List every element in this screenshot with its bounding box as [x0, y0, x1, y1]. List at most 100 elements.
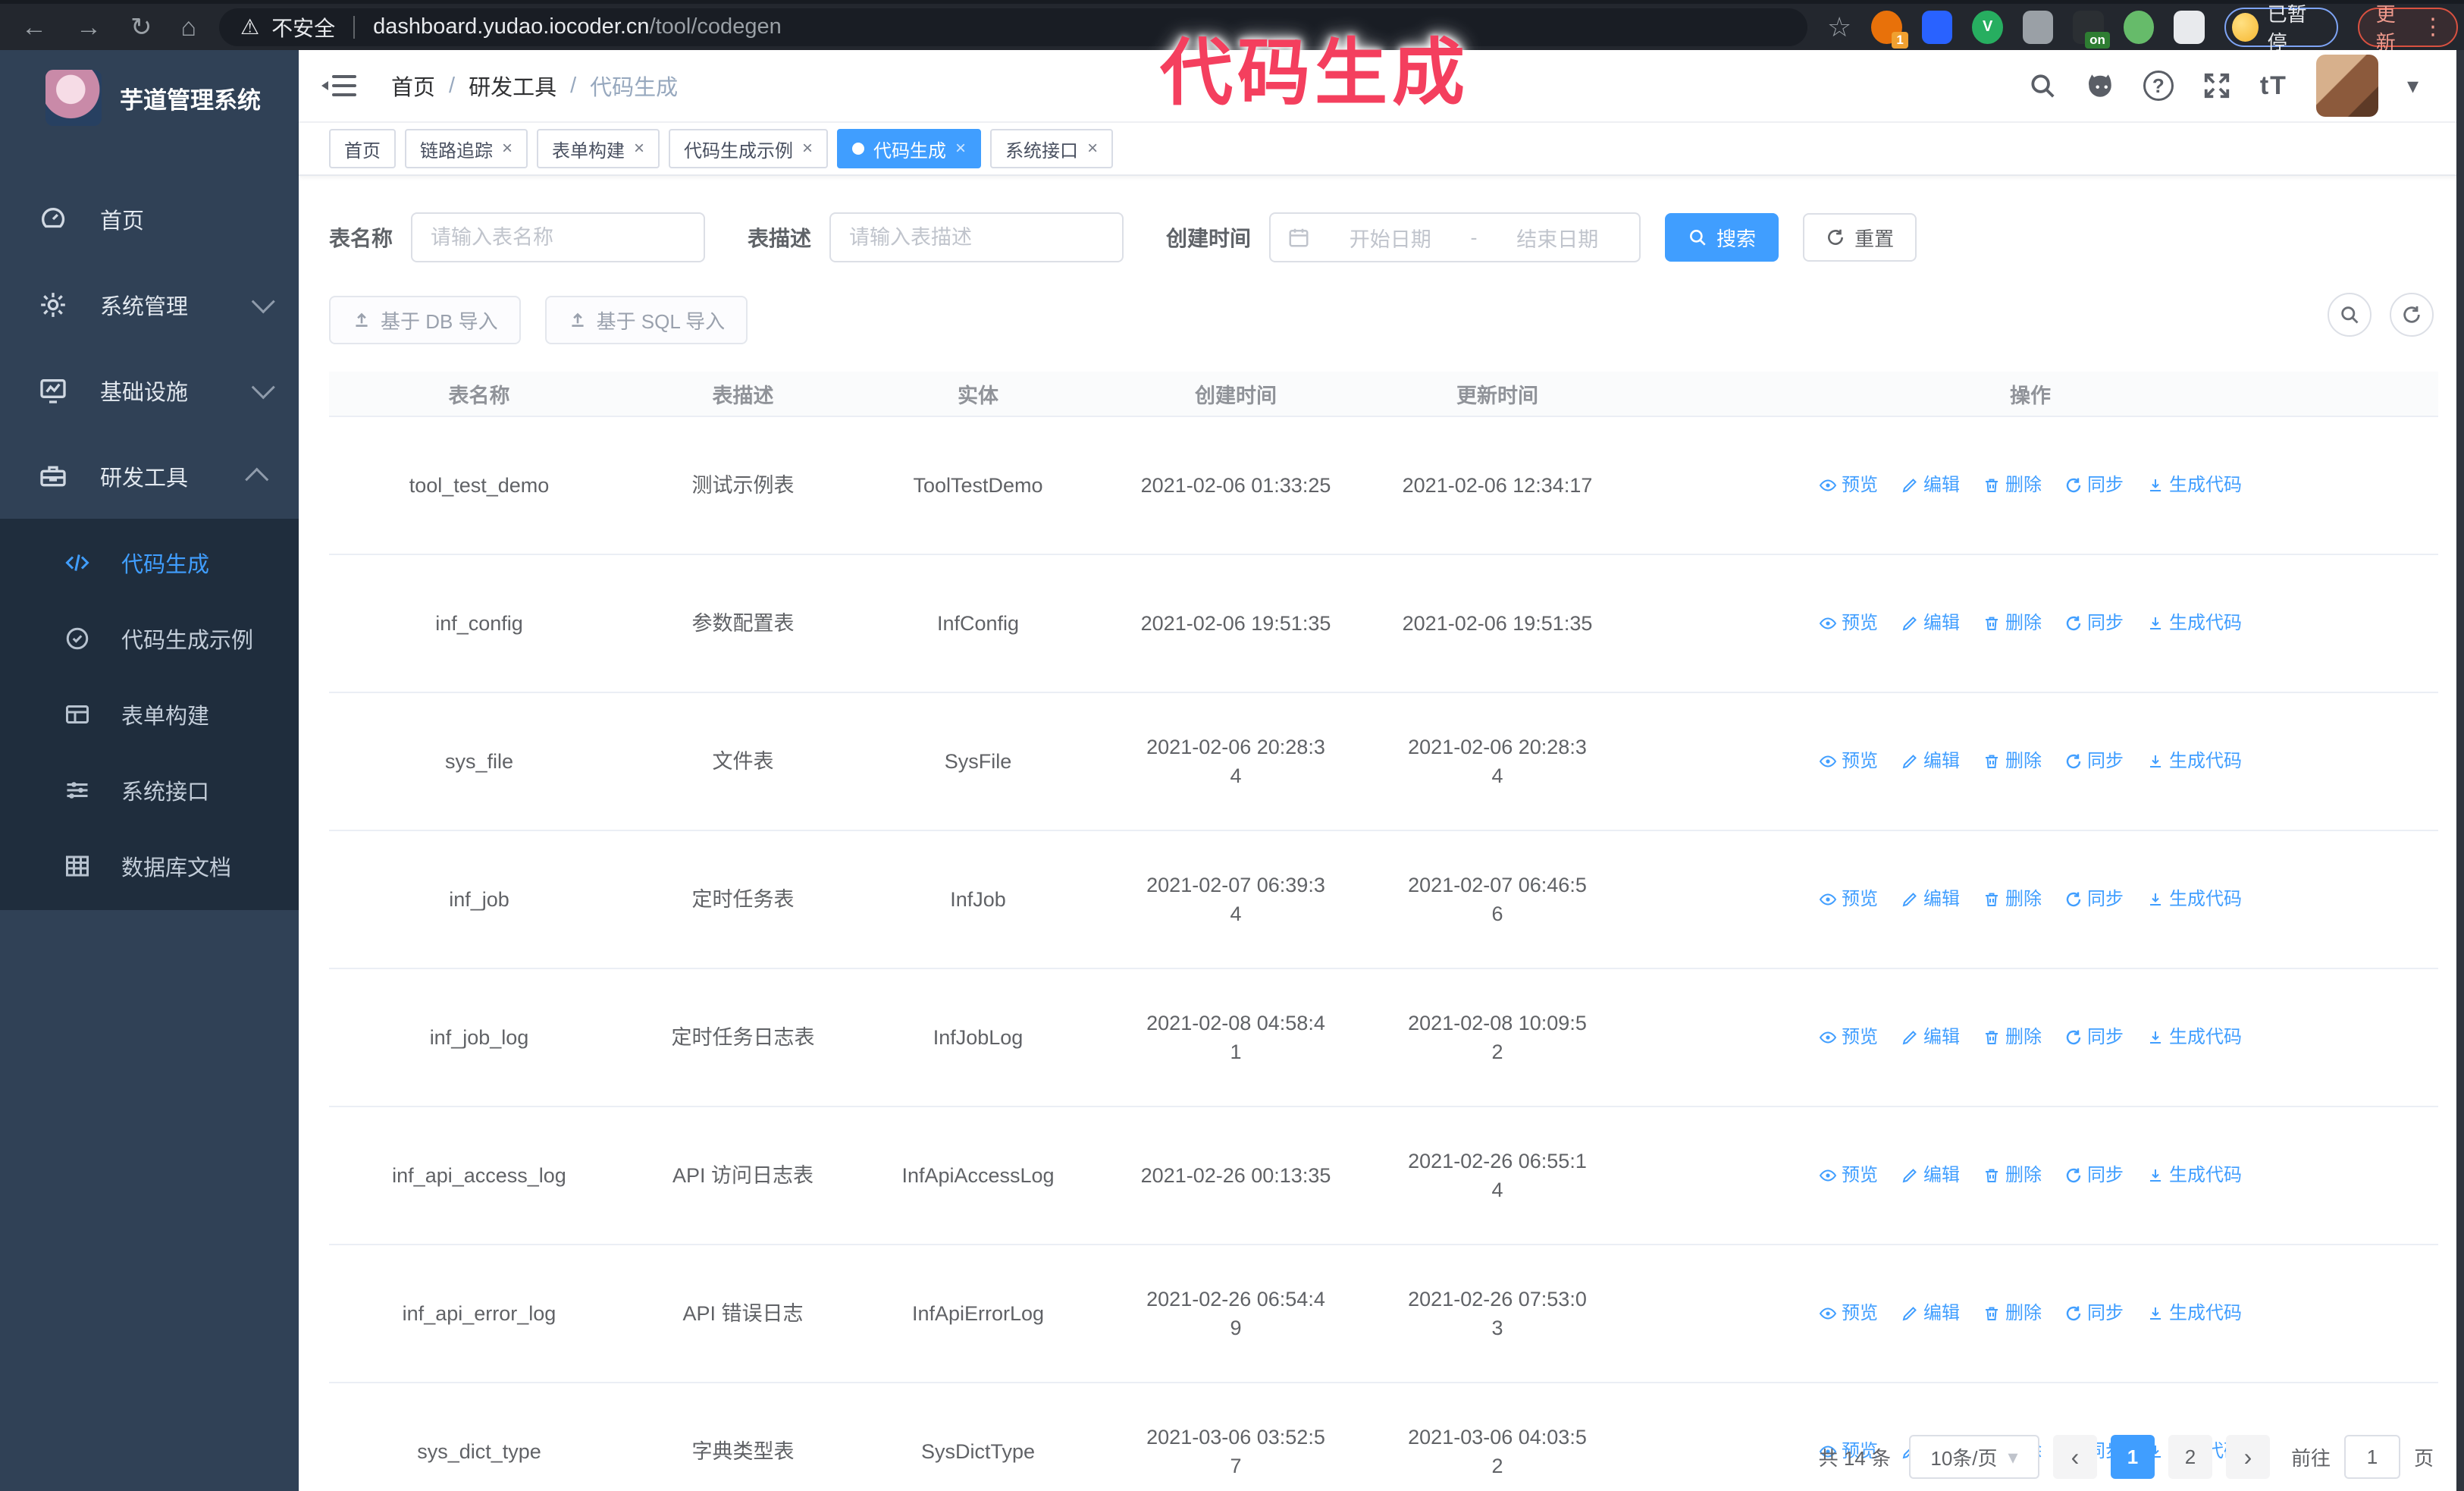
sidebar-item[interactable]: 基础设施	[0, 347, 299, 433]
app-logo-row[interactable]: 芋道管理系统	[0, 50, 299, 146]
sync-link[interactable]: 同步	[2064, 885, 2124, 914]
extension-icon[interactable]	[2022, 10, 2054, 44]
browser-back-icon[interactable]	[21, 14, 47, 40]
close-icon[interactable]	[502, 138, 513, 159]
extension-icon[interactable]	[1921, 10, 1953, 44]
sidebar-item[interactable]: 系统管理	[0, 262, 299, 347]
close-icon[interactable]	[634, 138, 644, 159]
preview-link[interactable]: 预览	[1819, 885, 1878, 914]
help-icon[interactable]	[2143, 71, 2174, 101]
table-name-input[interactable]	[411, 212, 706, 262]
generate-code-link[interactable]: 生成代码	[2146, 471, 2242, 500]
close-icon[interactable]	[802, 138, 813, 159]
toggle-search-button[interactable]	[2328, 293, 2372, 337]
paused-extension-pill[interactable]: 已暂停	[2224, 3, 2338, 54]
edit-link[interactable]: 编辑	[1901, 609, 1960, 638]
sync-link[interactable]: 同步	[2064, 1299, 2124, 1328]
sidebar-subitem[interactable]: 系统接口	[0, 752, 299, 828]
import-db-button[interactable]: 基于 DB 导入	[329, 296, 521, 344]
generate-code-link[interactable]: 生成代码	[2146, 885, 2242, 914]
edit-link[interactable]: 编辑	[1901, 1299, 1960, 1328]
extension-icon[interactable]: V	[1972, 10, 2003, 44]
edit-link[interactable]: 编辑	[1901, 1161, 1960, 1190]
preview-link[interactable]: 预览	[1819, 747, 1878, 776]
delete-link[interactable]: 删除	[1983, 1161, 2042, 1190]
close-icon[interactable]	[1087, 138, 1098, 159]
sidebar-subitem[interactable]: 代码生成	[0, 525, 299, 601]
extension-icon[interactable]	[2123, 10, 2155, 44]
browser-home-icon[interactable]	[181, 14, 197, 40]
generate-code-link[interactable]: 生成代码	[2146, 747, 2242, 776]
page-scrollbar[interactable]	[2456, 50, 2464, 1491]
generate-code-link[interactable]: 生成代码	[2146, 609, 2242, 638]
extension-icon[interactable]: on	[2073, 10, 2110, 49]
refresh-table-button[interactable]	[2390, 293, 2434, 337]
bookmark-star-icon[interactable]	[1827, 14, 1851, 41]
sidebar-item[interactable]: 研发工具	[0, 433, 299, 519]
edit-link[interactable]: 编辑	[1901, 747, 1960, 776]
tag-item[interactable]: 代码生成示例	[669, 129, 829, 168]
generate-code-link[interactable]: 生成代码	[2146, 1299, 2242, 1328]
chevron-down-icon[interactable]	[2407, 73, 2419, 99]
tag-item[interactable]: 表单构建	[537, 129, 660, 168]
address-bar[interactable]: 不安全 dashboard.yudao.iocoder.cn/tool/code…	[219, 8, 1808, 46]
import-sql-button[interactable]: 基于 SQL 导入	[544, 296, 748, 344]
delete-link[interactable]: 删除	[1983, 885, 2042, 914]
font-size-icon[interactable]	[2260, 71, 2287, 101]
sync-link[interactable]: 同步	[2064, 1161, 2124, 1190]
reset-button[interactable]: 重置	[1803, 213, 1917, 262]
avatar[interactable]	[2315, 55, 2378, 117]
preview-link[interactable]: 预览	[1819, 1299, 1878, 1328]
browser-update-button[interactable]: 更新	[2357, 3, 2459, 54]
sidebar-collapse-icon[interactable]	[321, 74, 356, 98]
start-date-placeholder[interactable]: 开始日期	[1325, 223, 1456, 253]
delete-link[interactable]: 删除	[1983, 747, 2042, 776]
search-icon[interactable]	[2028, 71, 2057, 100]
edit-link[interactable]: 编辑	[1901, 1023, 1960, 1052]
delete-link[interactable]: 删除	[1983, 471, 2042, 500]
page-number-button[interactable]: 1	[2110, 1435, 2155, 1479]
date-range-picker[interactable]: 开始日期 - 结束日期	[1269, 212, 1641, 262]
generate-code-link[interactable]: 生成代码	[2146, 1161, 2242, 1190]
edit-link[interactable]: 编辑	[1901, 885, 1960, 914]
browser-forward-icon[interactable]	[76, 14, 102, 40]
goto-page-input[interactable]	[2343, 1435, 2400, 1479]
next-page-button[interactable]	[2225, 1435, 2270, 1479]
breadcrumb-item[interactable]: 研发工具	[469, 70, 556, 102]
kebab-menu-icon[interactable]	[2422, 14, 2444, 40]
delete-link[interactable]: 删除	[1983, 1023, 2042, 1052]
sidebar-subitem[interactable]: 代码生成示例	[0, 601, 299, 676]
page-size-select[interactable]: 10条/页	[1908, 1435, 2039, 1479]
breadcrumb-item[interactable]: 代码生成	[590, 70, 678, 102]
edit-link[interactable]: 编辑	[1901, 471, 1960, 500]
end-date-placeholder[interactable]: 结束日期	[1493, 223, 1623, 253]
browser-reload-icon[interactable]	[130, 14, 152, 40]
preview-link[interactable]: 预览	[1819, 1161, 1878, 1190]
close-icon[interactable]	[955, 138, 966, 159]
sync-link[interactable]: 同步	[2064, 747, 2124, 776]
tag-item[interactable]: 链路追踪	[405, 129, 528, 168]
prev-page-button[interactable]	[2052, 1435, 2097, 1479]
sidebar-subitem[interactable]: 数据库文档	[0, 828, 299, 904]
search-button[interactable]: 搜索	[1665, 213, 1779, 262]
sync-link[interactable]: 同步	[2064, 1023, 2124, 1052]
preview-link[interactable]: 预览	[1819, 609, 1878, 638]
preview-link[interactable]: 预览	[1819, 1023, 1878, 1052]
table-desc-input[interactable]	[829, 212, 1124, 262]
delete-link[interactable]: 删除	[1983, 1299, 2042, 1328]
page-number-button[interactable]: 2	[2168, 1435, 2212, 1479]
sync-link[interactable]: 同步	[2064, 471, 2124, 500]
preview-link[interactable]: 预览	[1819, 471, 1878, 500]
github-icon[interactable]	[2086, 71, 2114, 100]
fullscreen-icon[interactable]	[2202, 71, 2231, 100]
tag-item[interactable]: 首页	[329, 129, 396, 168]
sidebar-item[interactable]: 首页	[0, 176, 299, 262]
sidebar-subitem[interactable]: 表单构建	[0, 676, 299, 752]
delete-link[interactable]: 删除	[1983, 609, 2042, 638]
tag-item[interactable]: 代码生成	[837, 129, 982, 168]
tag-item[interactable]: 系统接口	[990, 129, 1114, 168]
sync-link[interactable]: 同步	[2064, 609, 2124, 638]
extension-icon[interactable]: 1	[1871, 10, 1908, 49]
extension-icon[interactable]	[2174, 10, 2205, 44]
generate-code-link[interactable]: 生成代码	[2146, 1023, 2242, 1052]
